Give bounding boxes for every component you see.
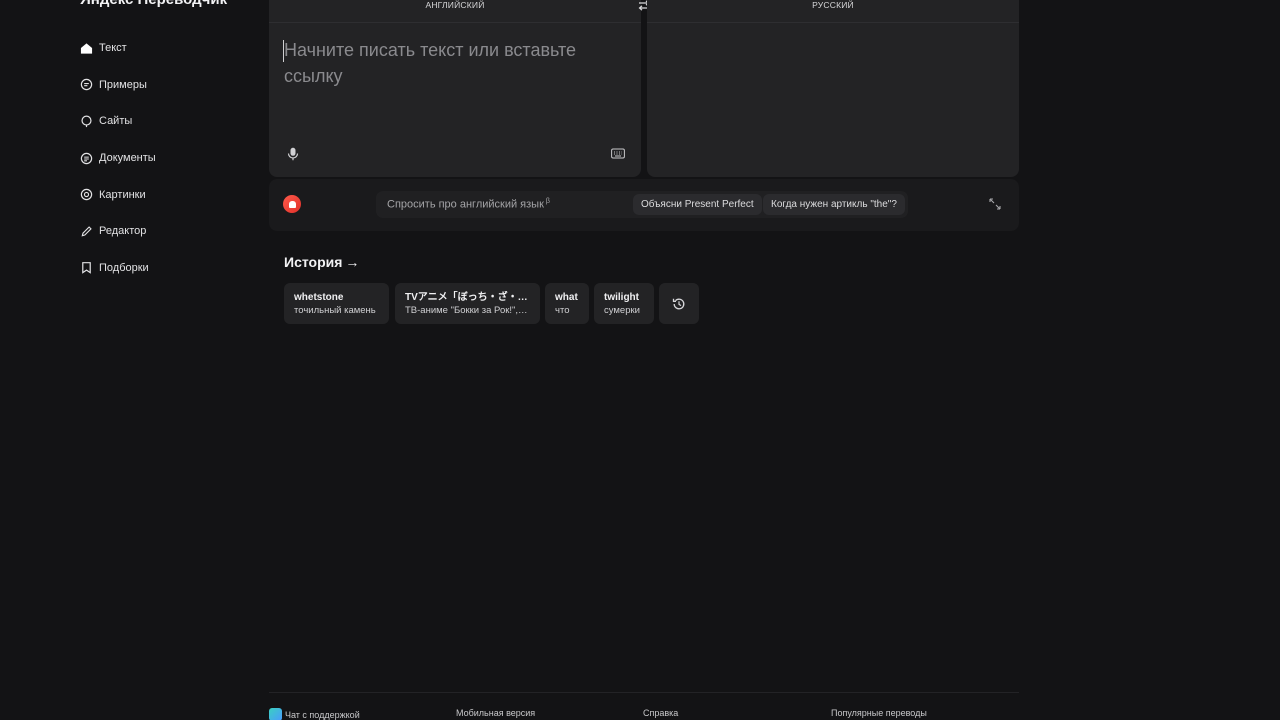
history-translation: сумерки xyxy=(604,305,640,316)
suggestion-chip[interactable]: Когда нужен артикль "the"? xyxy=(763,194,905,215)
target-panel[interactable]: РУССКИЙ xyxy=(647,0,1019,177)
history-title-link[interactable]: История → xyxy=(284,254,359,270)
sidebar-item-label: Сайты xyxy=(99,115,133,128)
microphone-icon[interactable] xyxy=(287,147,299,161)
history-card[interactable]: whetstone точильный камень xyxy=(284,283,389,324)
source-text-input[interactable]: Начните писать текст или вставьте ссылку xyxy=(284,37,584,89)
divider xyxy=(269,22,641,23)
pencil-icon xyxy=(80,225,93,238)
history-card[interactable]: twilight сумерки xyxy=(594,283,654,324)
image-icon xyxy=(80,188,93,201)
arrow-right-icon: → xyxy=(345,254,360,270)
history-translation: точильный камень xyxy=(294,305,376,316)
expand-icon[interactable] xyxy=(988,197,1002,211)
alice-icon[interactable] xyxy=(283,195,301,213)
sidebar-item-documents[interactable]: Документы xyxy=(80,140,250,177)
home-icon xyxy=(80,42,93,55)
assistant-bar: Спросить про английский язык β Объясни Pr… xyxy=(269,179,1019,231)
ask-label: Спросить про английский язык β xyxy=(387,198,550,211)
sidebar-item-label: Подборки xyxy=(99,261,149,274)
bookmark-icon xyxy=(80,261,93,275)
document-icon xyxy=(80,152,93,165)
popular-translations-link[interactable]: Популярные переводы xyxy=(831,708,927,718)
mobile-version-link[interactable]: Мобильная версия xyxy=(456,708,535,718)
history-word: TVアニメ「ぼっち・ざ・ロック！」 xyxy=(405,292,530,303)
sidebar-item-label: Текст xyxy=(99,42,127,55)
history-card[interactable]: TVアニメ「ぼっち・ざ・ロック！」 ТВ-аниме "Бокки за Рок… xyxy=(395,283,540,324)
sidebar-item-label: Примеры xyxy=(99,78,147,91)
ask-assistant-input[interactable]: Спросить про английский язык β Объясни Pr… xyxy=(376,191,908,218)
sidebar-item-label: Документы xyxy=(99,152,156,165)
sidebar-item-sites[interactable]: Сайты xyxy=(80,103,250,140)
source-panel[interactable]: АНГЛИЙСКИЙ Начните писать текст или вста… xyxy=(269,0,641,177)
sidebar-nav: Текст Примеры Сайты Документы Картинки Р… xyxy=(80,30,250,286)
history-word: twilight xyxy=(604,292,639,303)
history-word: what xyxy=(555,292,578,303)
sidebar-item-images[interactable]: Картинки xyxy=(80,176,250,213)
history-translation: что xyxy=(555,305,570,316)
keyboard-icon[interactable] xyxy=(611,148,625,159)
help-link[interactable]: Справка xyxy=(643,708,678,718)
support-chat-icon xyxy=(269,708,282,720)
app-brand[interactable]: Яндекс Переводчик xyxy=(80,0,227,8)
history-translation: ТВ-аниме "Бокки за Рок!", "Одинокий роке… xyxy=(405,305,530,316)
history-more-button[interactable] xyxy=(659,283,699,324)
target-language-button[interactable]: РУССКИЙ xyxy=(647,0,1019,13)
sidebar-item-label: Редактор xyxy=(99,225,147,238)
footer-divider xyxy=(269,692,1019,693)
sidebar-item-editor[interactable]: Редактор xyxy=(80,213,250,250)
beta-badge: β xyxy=(545,198,550,205)
suggestion-chip[interactable]: Объясни Present Perfect xyxy=(633,194,762,215)
sidebar-item-collections[interactable]: Подборки xyxy=(80,250,250,287)
history-word: whetstone xyxy=(294,292,344,303)
sidebar-item-examples[interactable]: Примеры xyxy=(80,67,250,104)
divider xyxy=(647,22,1019,23)
source-language-button[interactable]: АНГЛИЙСКИЙ xyxy=(269,0,641,13)
globe-icon xyxy=(80,115,93,128)
support-chat-link[interactable]: Чат с поддержкой xyxy=(269,708,360,720)
history-icon xyxy=(672,298,685,309)
sidebar-item-label: Картинки xyxy=(99,188,146,201)
translation-panels: АНГЛИЙСКИЙ Начните писать текст или вста… xyxy=(269,0,1019,177)
history-card[interactable]: what что xyxy=(545,283,589,324)
sidebar-item-text[interactable]: Текст xyxy=(80,30,250,67)
chat-icon xyxy=(80,78,93,91)
